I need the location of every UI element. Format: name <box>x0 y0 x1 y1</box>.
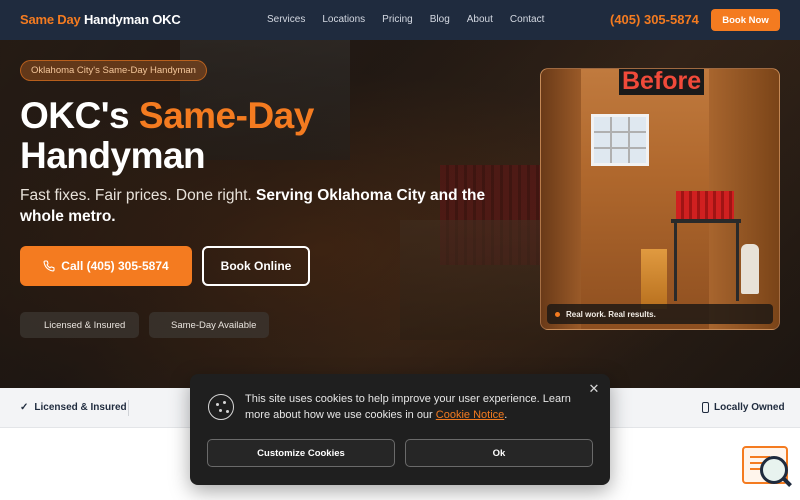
hero-subtitle-plain: Fast fixes. Fair prices. Done right. <box>20 187 257 204</box>
call-button[interactable]: Call (405) 305-5874 <box>20 246 192 286</box>
hero-title-part1: OKC's <box>20 95 139 136</box>
before-photo-wall-left <box>541 69 581 329</box>
trust-locally-owned: Locally Owned <box>702 402 785 413</box>
customize-cookies-button[interactable]: Customize Cookies <box>207 439 395 467</box>
hero-title: OKC's Same-Day Handyman <box>20 96 314 176</box>
close-icon[interactable]: ✕ <box>587 382 601 396</box>
table-leg <box>674 221 677 301</box>
book-now-button[interactable]: Book Now <box>711 9 780 31</box>
site-header: Same Day Handyman OKC Services Locations… <box>0 0 800 40</box>
before-label: Before <box>619 69 705 95</box>
trust-divider <box>128 400 129 416</box>
real-results-bar: Real work. Real results. <box>547 304 773 324</box>
book-online-button[interactable]: Book Online <box>202 246 310 286</box>
cookie-notice-link[interactable]: Cookie Notice <box>436 409 504 421</box>
before-photo-bottle <box>741 244 759 294</box>
window-mullion <box>628 117 630 163</box>
before-photo-crate <box>676 191 734 219</box>
cookie-icon <box>208 394 234 420</box>
window-mullion <box>610 117 612 163</box>
call-button-label: Call (405) 305-5874 <box>61 259 169 273</box>
before-photo-card: Before Real work. Real results. <box>540 68 780 330</box>
main-nav: Services Locations Pricing Blog About Co… <box>267 14 561 25</box>
cookie-message: This site uses cookies to help improve y… <box>245 391 575 423</box>
trust-locally-owned-label: Locally Owned <box>714 402 785 413</box>
before-photo-stool <box>641 249 667 309</box>
nav-contact[interactable]: Contact <box>510 14 544 25</box>
hero-section: Oklahoma City's Same-Day Handyman OKC's … <box>0 40 800 388</box>
magnifier-handle <box>782 477 792 487</box>
mobile-icon <box>702 402 709 413</box>
nav-blog[interactable]: Blog <box>430 14 450 25</box>
nav-pricing[interactable]: Pricing <box>382 14 413 25</box>
status-dot <box>555 311 560 317</box>
review-widget-icon[interactable] <box>742 446 792 490</box>
check-icon: ✓ <box>20 402 29 413</box>
licensed-pill: Licensed & Insured <box>20 312 139 338</box>
trust-licensed: ✓ Licensed & Insured <box>20 402 127 413</box>
before-photo-window <box>591 114 649 166</box>
table-leg <box>736 221 739 301</box>
header-phone-link[interactable]: (405) 305-5874 <box>610 12 699 27</box>
window-rail <box>594 147 646 149</box>
hero-title-part2: Handyman <box>20 135 206 176</box>
cookie-banner: This site uses cookies to help improve y… <box>190 374 610 485</box>
real-results-text: Real work. Real results. <box>566 309 656 319</box>
hero-title-accent: Same-Day <box>138 95 314 136</box>
nav-locations[interactable]: Locations <box>322 14 365 25</box>
cookie-message-end: . <box>504 409 508 421</box>
ok-button[interactable]: Ok <box>405 439 593 467</box>
window-rail <box>594 131 646 133</box>
logo-part1: Same Day <box>20 12 81 27</box>
nav-services[interactable]: Services <box>267 14 305 25</box>
before-photo-table <box>671 219 741 223</box>
hero-subtitle: Fast fixes. Fair prices. Done right. Ser… <box>20 185 500 227</box>
hero-badge: Oklahoma City's Same-Day Handyman <box>20 60 207 81</box>
phone-icon <box>43 260 55 272</box>
logo-part2: Handyman OKC <box>83 12 181 27</box>
site-logo[interactable]: Same Day Handyman OKC <box>20 12 181 27</box>
same-day-pill: Same-Day Available <box>149 312 269 338</box>
trust-licensed-label: Licensed & Insured <box>34 402 127 413</box>
cookie-message-text: This site uses cookies to help improve y… <box>245 393 571 421</box>
nav-about[interactable]: About <box>467 14 493 25</box>
